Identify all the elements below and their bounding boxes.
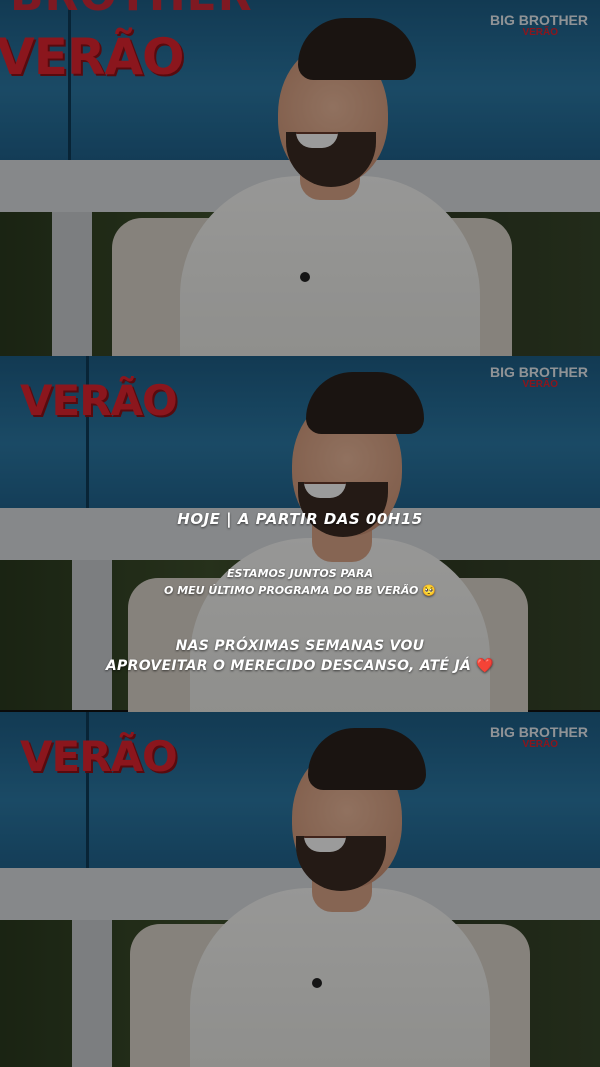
caption-line: ESTAMOS JUNTOS PARA [226, 567, 374, 580]
caption-headline: HOJE | A PARTIR DAS 00H15 [177, 510, 423, 528]
caption-line: O MEU ÚLTIMO PROGRAMA DO BB VERÃO 🥺 [0, 582, 600, 599]
story-frame: BROTHER VERÃO BIG BROTHER VERÃO VERÃO BI… [0, 0, 600, 1067]
heart-icon: ❤️ [476, 658, 495, 674]
caption-text: O MEU ÚLTIMO PROGRAMA DO BB VERÃO [164, 584, 419, 597]
caption-line: NAS PRÓXIMAS SEMANAS VOU [175, 638, 425, 654]
caption-message: ESTAMOS JUNTOS PARA O MEU ÚLTIMO PROGRAM… [0, 565, 600, 599]
caption-text: APROVEITAR O MERECIDO DESCANSO, ATÉ JÁ [105, 658, 472, 674]
pleading-face-icon: 🥺 [422, 584, 436, 597]
dark-overlay [0, 0, 600, 1067]
caption-line: APROVEITAR O MERECIDO DESCANSO, ATÉ JÁ ❤… [0, 656, 600, 676]
caption-farewell: NAS PRÓXIMAS SEMANAS VOU APROVEITAR O ME… [0, 636, 600, 676]
